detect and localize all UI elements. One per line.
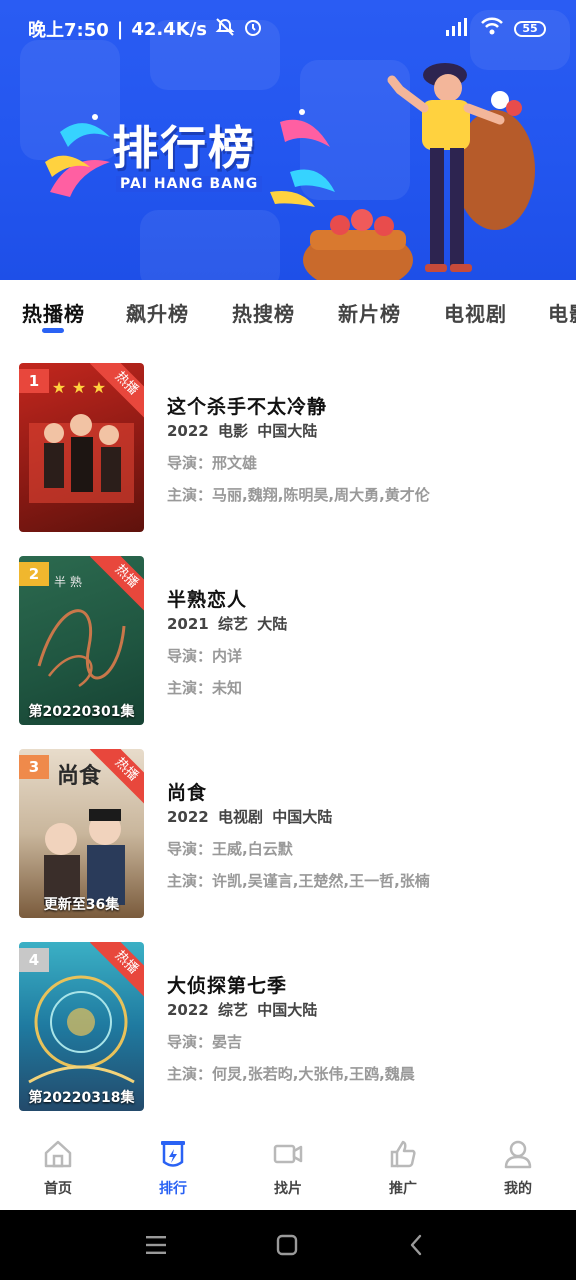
- ranking-list: ★ ★ ★ 1 热播 这个杀手不太冷静 2022 电影 中国大陆 导演：邢文雄 …: [0, 340, 576, 1112]
- status-bar: 晚上7:50 | 42.4K/s 55: [0, 0, 576, 54]
- episode-label: 第20220301集: [28, 704, 135, 720]
- item-meta: 2022 电视剧 中国大陆: [167, 808, 333, 826]
- poster-image[interactable]: 尚食 3 热播 更新至36集: [19, 749, 144, 918]
- delivery-person-illustration: [303, 63, 535, 280]
- battery-indicator: 55: [514, 20, 546, 37]
- nav-item-promote[interactable]: 推广: [363, 1138, 443, 1198]
- item-title[interactable]: 大侦探第七季: [167, 971, 567, 999]
- back-icon[interactable]: [408, 1234, 424, 1256]
- item-title[interactable]: 这个杀手不太冷静: [167, 392, 567, 420]
- nav-item-ranking[interactable]: 排行: [133, 1138, 213, 1198]
- list-item[interactable]: 4 热播 第20220318集 大侦探第七季 2022 综艺 中国大陆 导演：晏…: [0, 919, 576, 1111]
- rank-badge: 4: [19, 948, 49, 972]
- ranking-tabs: 热播榜 飙升榜 热搜榜 新片榜 电视剧 电影: [0, 280, 576, 340]
- nav-label: 找片: [274, 1181, 302, 1197]
- rank-badge: 3: [19, 755, 49, 779]
- poster-image[interactable]: 4 热播 第20220318集: [19, 942, 144, 1111]
- item-meta: 2022 电影 中国大陆: [167, 422, 318, 440]
- nav-label: 我的: [504, 1181, 532, 1197]
- home-square-icon[interactable]: [276, 1234, 298, 1256]
- poster-image[interactable]: ★ ★ ★ 1 热播: [19, 363, 144, 532]
- nav-label: 排行: [159, 1181, 187, 1197]
- item-cast: 主演：许凯,吴谨言,王楚然,王一哲,张楠: [167, 872, 430, 890]
- signal-icon: [444, 16, 470, 41]
- item-title[interactable]: 半熟恋人: [167, 585, 567, 613]
- svg-text:半 熟: 半 熟: [54, 574, 82, 589]
- tab-new-release[interactable]: 新片榜: [338, 298, 401, 327]
- ranking-icon: [161, 1141, 185, 1167]
- item-director: 导演：邢文雄: [167, 454, 258, 472]
- svg-text:尚食: 尚食: [57, 763, 102, 789]
- item-cast: 主演：未知: [167, 679, 243, 697]
- item-info: 尚食 2022 电视剧 中国大陆 导演：王威,白云默 主演：许凯,吴谨言,王楚然…: [167, 778, 567, 900]
- nav-item-find-film[interactable]: 找片: [248, 1138, 328, 1198]
- item-director: 导演：晏吉: [167, 1033, 243, 1051]
- status-time: 晚上7:50: [28, 20, 109, 41]
- item-director: 导演：王威,白云默: [167, 840, 293, 858]
- tab-active-indicator: [42, 328, 64, 333]
- mute-icon: [215, 17, 235, 42]
- status-divider: |: [116, 18, 124, 40]
- poster-image[interactable]: 半 熟 2 热播 第20220301集: [19, 556, 144, 725]
- item-info: 大侦探第七季 2022 综艺 中国大陆 导演：晏吉 主演：何炅,张若昀,大张伟,…: [167, 971, 567, 1093]
- banner-subtitle: PAI HANG BANG: [116, 176, 263, 192]
- nav-item-home[interactable]: 首页: [18, 1138, 98, 1198]
- system-navigation-bar: [0, 1210, 576, 1280]
- episode-label: 更新至36集: [43, 897, 120, 913]
- list-item[interactable]: ★ ★ ★ 1 热播 这个杀手不太冷静 2022 电影 中国大陆 导演：邢文雄 …: [0, 340, 576, 532]
- alarm-icon: [243, 17, 263, 42]
- item-director: 导演：内详: [167, 647, 243, 665]
- episode-label: 第20220318集: [28, 1090, 135, 1106]
- list-item[interactable]: 尚食 3 热播 更新至36集 尚食 2022 电视剧 中国大陆 导演：王威,白云…: [0, 726, 576, 918]
- home-icon: [44, 1140, 72, 1168]
- item-meta: 2022 综艺 中国大陆: [167, 1001, 318, 1019]
- banner-bg-shape: [140, 210, 280, 280]
- nav-label: 推广: [389, 1181, 417, 1197]
- list-item[interactable]: 半 熟 2 热播 第20220301集 半熟恋人 2021 综艺 大陆 导演：内…: [0, 533, 576, 725]
- item-info: 半熟恋人 2021 综艺 大陆 导演：内详 主演：未知: [167, 585, 567, 707]
- item-cast: 主演：何炅,张若昀,大张伟,王鸥,魏晨: [167, 1065, 415, 1083]
- banner-title: 排行榜: [112, 121, 256, 175]
- tab-rising[interactable]: 飙升榜: [126, 298, 189, 327]
- tab-hot-search[interactable]: 热搜榜: [232, 298, 295, 327]
- item-title[interactable]: 尚食: [167, 778, 567, 806]
- wifi-icon: [480, 16, 504, 41]
- menu-icon[interactable]: [146, 1234, 166, 1256]
- svg-text:★ ★ ★: ★ ★ ★: [52, 378, 106, 397]
- bottom-navigation: 首页 排行 找片 推广 我的: [0, 1130, 576, 1210]
- item-info: 这个杀手不太冷静 2022 电影 中国大陆 导演：邢文雄 主演：马丽,魏翔,陈明…: [167, 392, 567, 514]
- item-meta: 2021 综艺 大陆: [167, 615, 288, 633]
- user-icon: [504, 1140, 532, 1169]
- tab-hot-play[interactable]: 热播榜: [22, 298, 85, 327]
- nav-item-mine[interactable]: 我的: [478, 1138, 558, 1198]
- rank-badge: 1: [19, 369, 49, 393]
- ranking-banner: 晚上7:50 | 42.4K/s 55 排行榜 PAI HANG BANG: [0, 0, 576, 280]
- tab-movie[interactable]: 电影: [548, 298, 576, 327]
- item-cast: 主演：马丽,魏翔,陈明昊,周大勇,黄才伦: [167, 486, 430, 504]
- nav-label: 首页: [44, 1181, 72, 1197]
- rank-badge: 2: [19, 562, 49, 586]
- status-net-speed: 42.4K/s: [131, 18, 208, 40]
- thumbs-up-icon: [390, 1140, 416, 1168]
- video-camera-icon: [273, 1144, 303, 1164]
- tab-tv-series[interactable]: 电视剧: [444, 298, 507, 327]
